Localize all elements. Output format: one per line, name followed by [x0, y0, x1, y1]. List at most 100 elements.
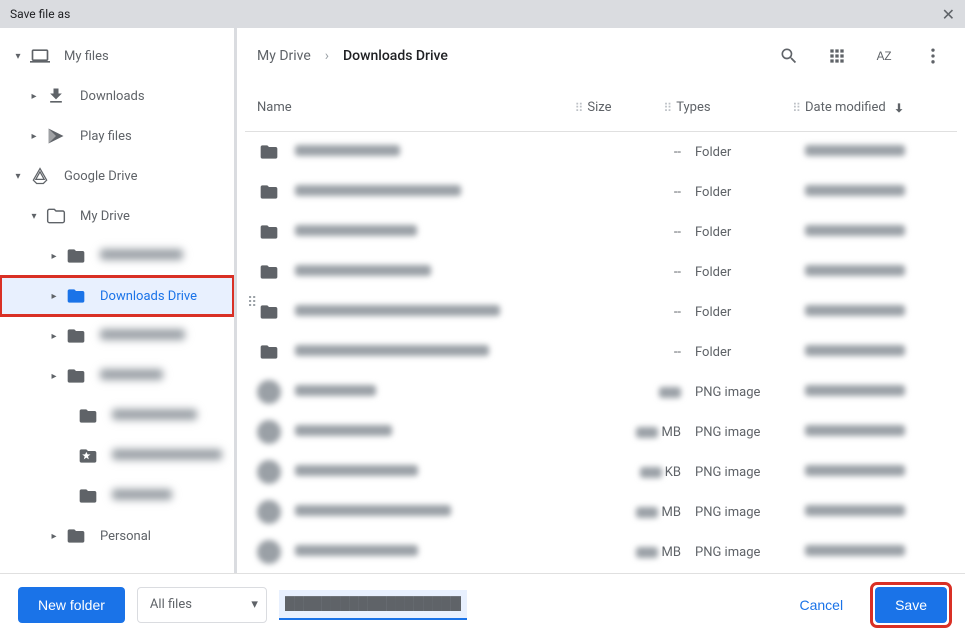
file-date: [805, 225, 945, 240]
sidebar-item-downloads[interactable]: ▸Downloads: [0, 76, 234, 116]
window-titlebar: Save file as ✕: [0, 0, 965, 28]
column-grip-icon[interactable]: ⠿: [569, 101, 588, 115]
table-row[interactable]: --Folder: [245, 172, 957, 212]
folder-icon: [76, 404, 100, 428]
table-row[interactable]: PNG image: [245, 372, 957, 412]
tree-label: [100, 369, 163, 384]
sidebar-item-google-drive[interactable]: ▾Google Drive: [0, 156, 234, 196]
file-date: [805, 305, 945, 320]
tree-label: [112, 449, 222, 464]
table-row[interactable]: KBPNG image: [245, 452, 957, 492]
sort-icon[interactable]: AZ: [873, 44, 897, 68]
table-row[interactable]: --Folder: [245, 212, 957, 252]
file-date: [805, 345, 945, 360]
file-size: --: [625, 345, 695, 360]
file-date: [805, 545, 945, 560]
sidebar-item-blurred-8[interactable]: ▸: [0, 356, 234, 396]
sidebar-item-blurred-10[interactable]: ▸: [0, 436, 234, 476]
expand-arrow-icon[interactable]: ▸: [44, 371, 64, 382]
folder-icon: [64, 524, 88, 548]
more-icon[interactable]: [921, 44, 945, 68]
footer: New folder All files Cancel Save: [0, 573, 965, 635]
expand-arrow-icon[interactable]: ▸: [24, 131, 44, 142]
folder-icon: [64, 284, 88, 308]
file-size: --: [625, 305, 695, 320]
expand-arrow-icon[interactable]: ▾: [8, 51, 28, 62]
save-button[interactable]: Save: [875, 587, 947, 623]
table-row[interactable]: --Folder: [245, 292, 957, 332]
file-size: MB: [625, 505, 695, 520]
file-size: MB: [625, 425, 695, 440]
file-size: --: [625, 185, 695, 200]
grid-view-icon[interactable]: [825, 44, 849, 68]
file-type: Folder: [695, 265, 805, 280]
tree-label: [100, 329, 185, 344]
file-type: PNG image: [695, 505, 805, 520]
search-icon[interactable]: [777, 44, 801, 68]
play-icon: [44, 124, 68, 148]
file-date: [805, 505, 945, 520]
svg-text:AZ: AZ: [877, 50, 892, 63]
filename-input[interactable]: [279, 590, 467, 620]
file-list: --Folder--Folder--Folder--Folder--Folder…: [245, 132, 957, 573]
sidebar-item-personal[interactable]: ▸Personal: [0, 516, 234, 556]
file-name: [295, 385, 625, 400]
table-row[interactable]: MBPNG image: [245, 532, 957, 572]
file-type: Folder: [695, 185, 805, 200]
sidebar-item-blurred-9[interactable]: ▸: [0, 396, 234, 436]
sidebar-item-blurred-7[interactable]: ▸: [0, 316, 234, 356]
sidebar-item-play-files[interactable]: ▸Play files: [0, 116, 234, 156]
breadcrumb-parent[interactable]: My Drive: [257, 48, 311, 64]
column-types[interactable]: Types: [676, 100, 786, 115]
cancel-button[interactable]: Cancel: [779, 587, 863, 623]
file-type: Folder: [695, 145, 805, 160]
sidebar-item-blurred-5[interactable]: ▸: [0, 236, 234, 276]
tree-label: My files: [64, 49, 109, 64]
sidebar-item-blurred-11[interactable]: ▸: [0, 476, 234, 516]
sidebar-item-my-drive[interactable]: ▾My Drive: [0, 196, 234, 236]
sidebar-item-downloads-drive[interactable]: ▸Downloads Drive: [0, 276, 234, 316]
new-folder-button[interactable]: New folder: [18, 587, 125, 623]
expand-arrow-icon[interactable]: ▸: [44, 291, 64, 302]
sidebar-item-my-files[interactable]: ▾ My files: [0, 36, 234, 76]
file-name: [295, 505, 625, 520]
column-size[interactable]: Size: [587, 100, 657, 115]
tree-label: [100, 249, 183, 264]
breadcrumb: My Drive › Downloads Drive: [257, 48, 777, 64]
file-name: [295, 425, 625, 440]
file-size: --: [625, 225, 695, 240]
column-grip-icon[interactable]: ⠿: [657, 101, 676, 115]
expand-arrow-icon[interactable]: ▸: [24, 91, 44, 102]
file-name: [295, 265, 625, 280]
table-row[interactable]: --Folder: [245, 332, 957, 372]
file-type-select[interactable]: All files: [137, 587, 267, 623]
column-grip-icon[interactable]: ⠿: [786, 101, 805, 115]
expand-arrow-icon[interactable]: ▾: [24, 211, 44, 222]
table-row[interactable]: --Folder: [245, 252, 957, 292]
close-icon[interactable]: ✕: [942, 5, 955, 24]
file-date: [805, 465, 945, 480]
expand-arrow-icon[interactable]: ▾: [8, 171, 28, 182]
resize-handle-icon[interactable]: ⠿: [247, 295, 255, 311]
table-header: Name ⠿ Size ⠿ Types ⠿ Date modified: [245, 84, 957, 132]
table-row[interactable]: MBPNG image: [245, 492, 957, 532]
breadcrumb-current: Downloads Drive: [343, 48, 448, 64]
file-name: [295, 465, 625, 480]
tree-label: [112, 409, 197, 424]
file-type: PNG image: [695, 465, 805, 480]
folder-icon: [257, 300, 281, 324]
file-date: [805, 145, 945, 160]
file-size: MB: [625, 545, 695, 560]
folder-icon: [257, 140, 281, 164]
expand-arrow-icon[interactable]: ▸: [44, 251, 64, 262]
file-date: [805, 425, 945, 440]
table-row[interactable]: --Folder: [245, 132, 957, 172]
toolbar: My Drive › Downloads Drive AZ: [245, 28, 957, 84]
folder-icon: [257, 260, 281, 284]
table-row[interactable]: MBPNG image: [245, 412, 957, 452]
folder-icon: [64, 324, 88, 348]
column-name[interactable]: Name: [257, 100, 569, 115]
column-date[interactable]: Date modified: [805, 100, 945, 115]
expand-arrow-icon[interactable]: ▸: [44, 531, 64, 542]
expand-arrow-icon[interactable]: ▸: [44, 331, 64, 342]
